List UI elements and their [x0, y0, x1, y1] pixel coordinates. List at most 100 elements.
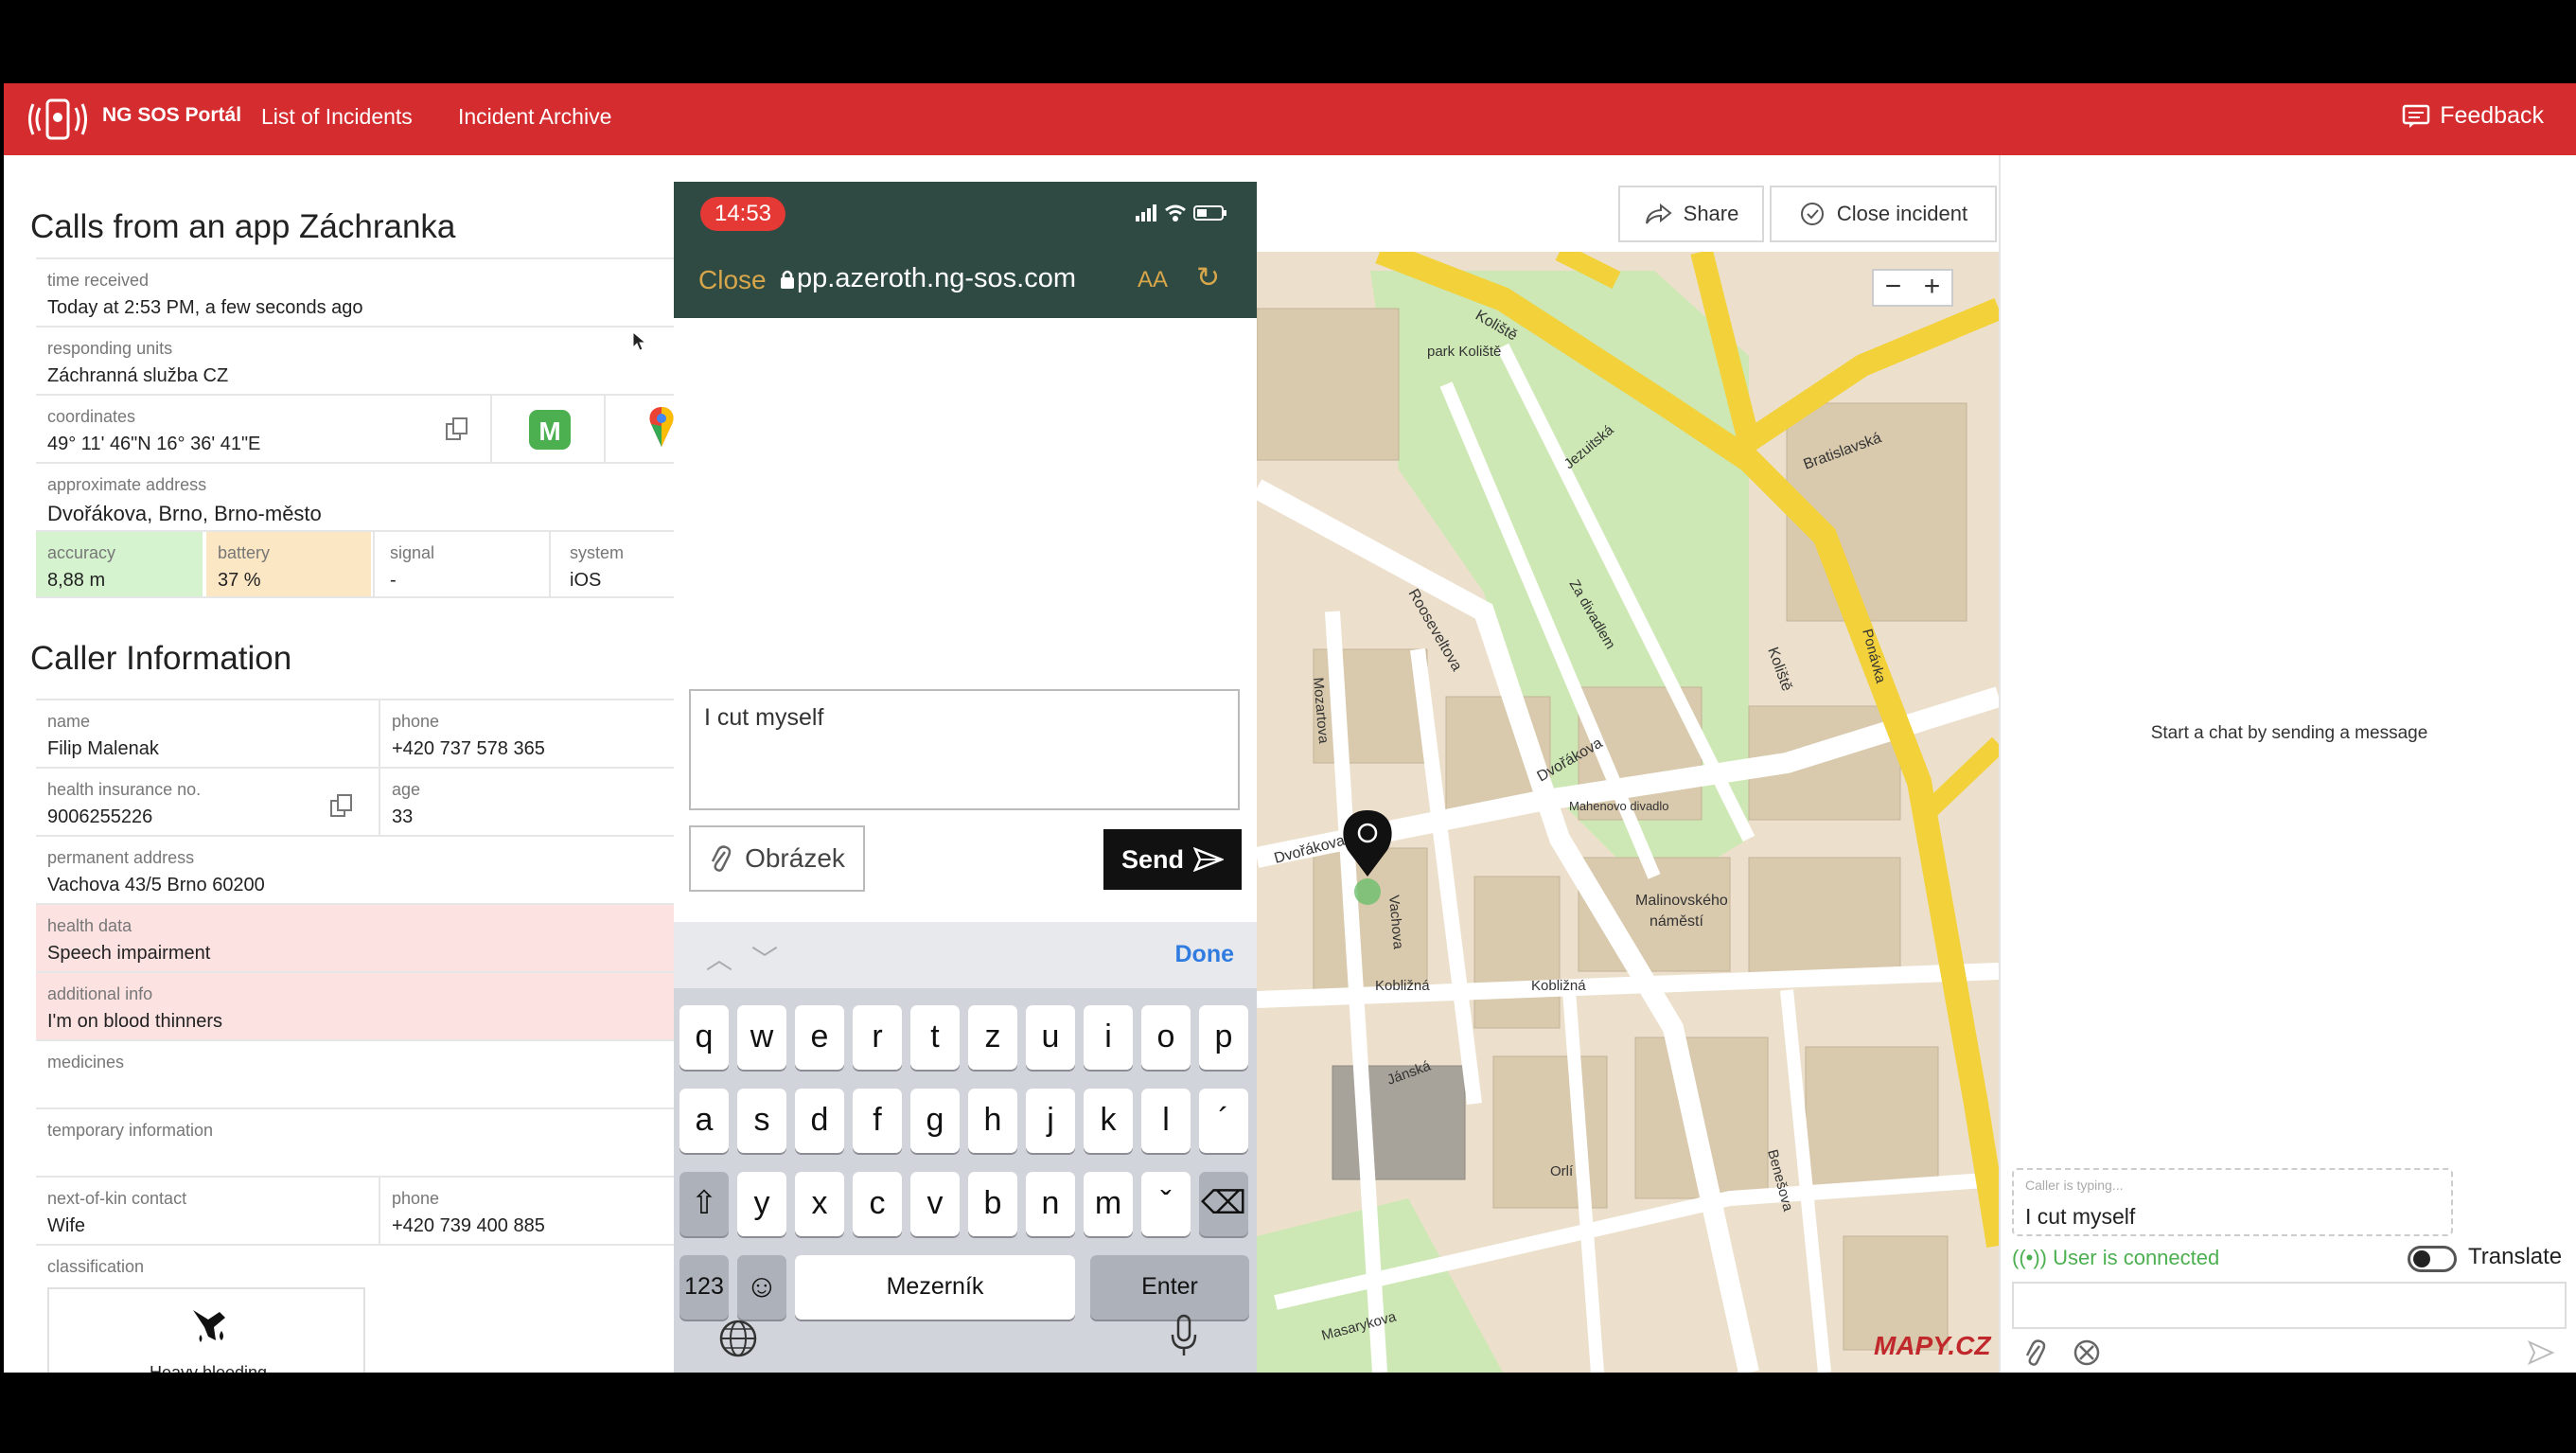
space-key[interactable]: Mezerník — [795, 1255, 1075, 1320]
insurance-label: health insurance no. — [47, 780, 202, 799]
perm-address-row: permanent address Vachova 43/5 Brno 6020… — [36, 835, 676, 903]
brand-name[interactable]: NG SOS Portál — [102, 104, 241, 127]
enter-key[interactable]: Enter — [1090, 1255, 1249, 1320]
key[interactable]: e — [795, 1005, 844, 1070]
attach-label: Obrázek — [745, 843, 845, 873]
nav-list-of-incidents[interactable]: List of Incidents — [261, 104, 413, 130]
key[interactable]: m — [1084, 1172, 1133, 1236]
divider — [379, 769, 380, 835]
system-label: system — [570, 543, 625, 562]
emoji-key[interactable]: ☺ — [737, 1255, 786, 1320]
attach-image-button[interactable]: Obrázek — [689, 825, 865, 892]
globe-icon[interactable] — [717, 1318, 759, 1359]
key[interactable]: y — [737, 1172, 786, 1236]
responding-units-row: responding units Záchranná služba CZ — [36, 326, 676, 394]
divider — [604, 396, 606, 462]
svg-text:Mahenovo divadlo: Mahenovo divadlo — [1569, 799, 1669, 813]
shift-key[interactable]: ⇧ — [679, 1172, 729, 1236]
key[interactable]: s — [737, 1089, 786, 1153]
key[interactable]: i — [1084, 1005, 1133, 1070]
text-size-button[interactable]: AA — [1138, 267, 1168, 293]
mapy-app-icon[interactable]: M — [528, 409, 572, 451]
key[interactable]: b — [968, 1172, 1017, 1236]
health-data-value: Speech impairment — [47, 943, 211, 964]
google-maps-icon[interactable] — [647, 405, 676, 452]
ios-status-bar: 14:53 — [674, 182, 1257, 242]
key[interactable]: t — [910, 1005, 960, 1070]
key[interactable]: q — [679, 1005, 729, 1070]
nav-incident-archive[interactable]: Incident Archive — [458, 104, 611, 130]
typing-indicator: Caller is typing... — [2025, 1178, 2124, 1193]
numbers-key[interactable]: 123 — [679, 1255, 729, 1320]
browser-close-button[interactable]: Close — [698, 265, 767, 295]
backspace-key[interactable]: ⌫ — [1199, 1172, 1248, 1236]
chat-message-input[interactable] — [2012, 1282, 2567, 1329]
key[interactable]: f — [853, 1089, 902, 1153]
key[interactable]: j — [1026, 1089, 1075, 1153]
key[interactable]: c — [853, 1172, 902, 1236]
zoom-in-button[interactable]: + — [1913, 271, 1951, 305]
key[interactable]: x — [795, 1172, 844, 1236]
coordinates-row: coordinates 49° 11' 46"N 16° 36' 41"E M — [36, 394, 676, 462]
zoom-out-button[interactable]: − — [1874, 271, 1913, 305]
microphone-icon[interactable] — [1170, 1314, 1198, 1359]
divider — [549, 532, 551, 596]
additional-info-value: I'm on blood thinners — [47, 1011, 223, 1032]
key[interactable]: ˇ — [1141, 1172, 1191, 1236]
key[interactable]: d — [795, 1089, 844, 1153]
key[interactable]: w — [737, 1005, 786, 1070]
system-cell: system iOS — [558, 532, 676, 596]
sos-logo-icon — [28, 98, 87, 140]
classification-row: classification Heavy bleeding — [36, 1244, 676, 1373]
video-frame: NG SOS Portál List of Incidents Incident… — [0, 0, 2576, 1453]
translate-toggle[interactable] — [2408, 1246, 2457, 1272]
key[interactable]: g — [910, 1089, 960, 1153]
keyboard-done-button[interactable]: Done — [1175, 941, 1235, 968]
send-button[interactable]: Send — [1103, 829, 1242, 890]
key[interactable]: h — [968, 1089, 1017, 1153]
signal-wifi-battery-icon — [1136, 204, 1226, 221]
url-text[interactable]: pp.azeroth.ng-sos.com — [797, 263, 1076, 294]
incident-map[interactable]: park Koliště Bratislavská Koliště Kolišt… — [1257, 252, 1999, 1373]
medicines-label: medicines — [47, 1053, 125, 1072]
key[interactable]: p — [1199, 1005, 1248, 1070]
key[interactable]: n — [1026, 1172, 1075, 1236]
responding-units-label: responding units — [47, 339, 173, 358]
coordinates-value: 49° 11' 46"N 16° 36' 41"E — [47, 434, 261, 454]
bleeding-hand-icon — [193, 1310, 225, 1342]
time-received-row: time received Today at 2:53 PM, a few se… — [36, 257, 676, 326]
send-icon[interactable] — [2527, 1338, 2555, 1367]
message-textarea[interactable]: I cut myself — [689, 689, 1240, 810]
reload-icon[interactable]: ↻ — [1196, 261, 1220, 294]
lock-icon — [781, 270, 794, 289]
accuracy-value: 8,88 m — [47, 570, 106, 591]
key[interactable]: k — [1084, 1089, 1133, 1153]
copy-insurance-icon[interactable] — [329, 793, 354, 818]
key[interactable]: a — [679, 1089, 729, 1153]
prev-next-arrows-icon[interactable]: ︿﹀ — [706, 939, 797, 977]
key[interactable]: u — [1026, 1005, 1075, 1070]
paperclip-icon[interactable] — [2021, 1338, 2048, 1367]
top-navbar: NG SOS Portál List of Incidents Incident… — [4, 83, 2576, 155]
emergency-symbol-icon[interactable] — [2073, 1338, 2101, 1367]
share-button[interactable]: Share — [1618, 186, 1764, 242]
key[interactable]: r — [853, 1005, 902, 1070]
feedback-link[interactable]: Feedback — [2402, 102, 2544, 130]
next-of-kin-label: next-of-kin contact — [47, 1189, 187, 1208]
key[interactable]: ´ — [1199, 1089, 1248, 1153]
caller-info-title: Caller Information — [30, 640, 292, 677]
key[interactable]: o — [1141, 1005, 1191, 1070]
key[interactable]: l — [1141, 1089, 1191, 1153]
key[interactable]: v — [910, 1172, 960, 1236]
classification-card[interactable]: Heavy bleeding — [47, 1287, 365, 1373]
divider — [373, 532, 375, 596]
divider — [379, 1178, 380, 1244]
copy-coordinates-icon[interactable] — [445, 416, 469, 441]
connection-status: ((•)) User is connected — [2012, 1246, 2219, 1270]
caller-name-value: Filip Malenak — [47, 738, 159, 759]
perm-address-label: permanent address — [47, 848, 195, 867]
svg-text:Kobližná: Kobližná — [1375, 978, 1430, 994]
close-incident-button[interactable]: Close incident — [1770, 186, 1997, 242]
key[interactable]: z — [968, 1005, 1017, 1070]
next-of-kin-value: Wife — [47, 1215, 85, 1236]
